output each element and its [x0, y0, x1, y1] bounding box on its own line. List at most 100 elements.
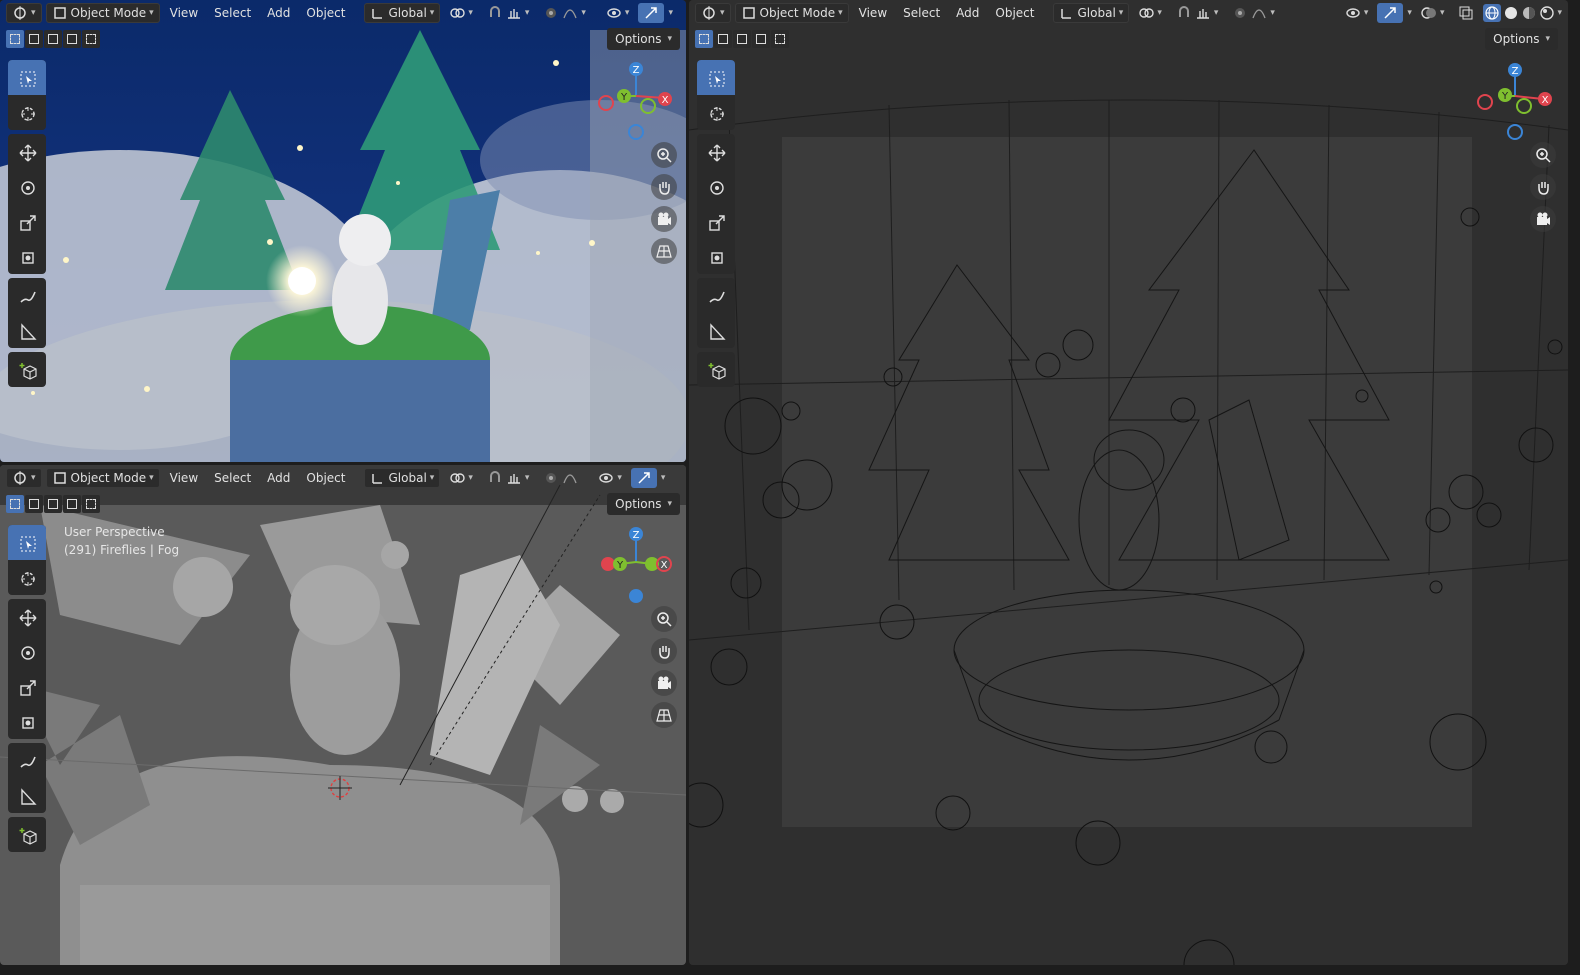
- gizmo-toggle-button[interactable]: [638, 3, 665, 23]
- annotate-tool[interactable]: [697, 278, 735, 313]
- snap-button[interactable]: ▾: [482, 468, 535, 488]
- overlay-button[interactable]: ▾: [1416, 3, 1450, 23]
- proportional-edit-button[interactable]: [538, 468, 583, 488]
- menu-object[interactable]: Object: [300, 6, 351, 20]
- shading-wireframe-icon[interactable]: [1483, 4, 1502, 22]
- gizmo-toggle-button[interactable]: [630, 468, 657, 488]
- options-button[interactable]: Options ▾: [607, 28, 680, 50]
- rotate-tool[interactable]: [8, 634, 46, 669]
- transform-orientation-selector[interactable]: Global ▾: [363, 3, 441, 23]
- select-invert-button[interactable]: [63, 30, 81, 48]
- select-new-button[interactable]: [695, 30, 713, 48]
- transform-tool[interactable]: [697, 239, 735, 274]
- measure-tool[interactable]: [8, 778, 46, 813]
- shading-solid-icon[interactable]: [1503, 5, 1519, 21]
- select-subtract-button[interactable]: [44, 495, 62, 513]
- mode-selector[interactable]: Object Mode ▾: [45, 3, 160, 23]
- pan-button[interactable]: [651, 638, 677, 664]
- menu-view[interactable]: View: [164, 471, 204, 485]
- xray-button[interactable]: [1453, 3, 1479, 23]
- mode-selector[interactable]: Object Mode ▾: [45, 468, 160, 488]
- select-new-button[interactable]: [6, 495, 24, 513]
- select-subtract-button[interactable]: [733, 30, 751, 48]
- pan-button[interactable]: [651, 174, 677, 200]
- scale-tool[interactable]: [8, 669, 46, 704]
- transform-orientation-selector[interactable]: Global ▾: [363, 468, 441, 488]
- navigation-gizmo[interactable]: Z Y X: [592, 522, 682, 612]
- editor-type-button[interactable]: ▾: [695, 3, 731, 23]
- menu-add[interactable]: Add: [950, 6, 985, 20]
- menu-select[interactable]: Select: [208, 6, 257, 20]
- shading-material-icon[interactable]: [1521, 5, 1537, 21]
- scale-tool[interactable]: [8, 204, 46, 239]
- camera-view-button[interactable]: [1530, 206, 1556, 232]
- annotate-tool[interactable]: [8, 743, 46, 778]
- select-subtract-button[interactable]: [44, 30, 62, 48]
- editor-type-button[interactable]: ▾: [6, 3, 42, 23]
- transform-tool[interactable]: [8, 239, 46, 274]
- cursor-tool[interactable]: [8, 95, 46, 130]
- pivot-button[interactable]: ▾: [444, 468, 478, 488]
- visibility-button[interactable]: ▾: [593, 468, 627, 488]
- select-extend-button[interactable]: [714, 30, 732, 48]
- viewport-top-left[interactable]: ▾ Object Mode ▾ View Select Add Object Gl…: [0, 0, 686, 462]
- mode-selector[interactable]: Object Mode ▾: [734, 3, 849, 23]
- menu-object[interactable]: Object: [300, 471, 351, 485]
- snap-button[interactable]: ▾: [482, 3, 535, 23]
- measure-tool[interactable]: [8, 313, 46, 348]
- rotate-tool[interactable]: [8, 169, 46, 204]
- options-button[interactable]: Options ▾: [1485, 28, 1558, 50]
- pivot-button[interactable]: ▾: [1133, 3, 1167, 23]
- select-extend-button[interactable]: [25, 495, 43, 513]
- add-cube-tool[interactable]: [697, 352, 735, 387]
- viewport-right[interactable]: ▾ Object Mode ▾ View Select Add Object Gl…: [689, 0, 1568, 965]
- select-intersect-button[interactable]: [82, 30, 100, 48]
- menu-view[interactable]: View: [164, 6, 204, 20]
- measure-tool[interactable]: [697, 313, 735, 348]
- chevron-down-icon[interactable]: ▾: [1557, 8, 1562, 18]
- chevron-down-icon[interactable]: ▾: [668, 8, 673, 18]
- visibility-button[interactable]: ▾: [601, 3, 635, 23]
- shading-rendered-icon[interactable]: [1539, 5, 1555, 21]
- perspective-toggle-button[interactable]: [651, 702, 677, 728]
- zoom-button[interactable]: [1530, 142, 1556, 168]
- visibility-button[interactable]: ▾: [1340, 3, 1374, 23]
- menu-view[interactable]: View: [853, 6, 893, 20]
- move-tool[interactable]: [8, 134, 46, 169]
- select-box-tool[interactable]: [8, 525, 46, 560]
- chevron-down-icon[interactable]: ▾: [661, 473, 666, 483]
- chevron-down-icon[interactable]: ▾: [1407, 8, 1412, 18]
- perspective-toggle-button[interactable]: [651, 238, 677, 264]
- options-button[interactable]: Options ▾: [607, 493, 680, 515]
- add-cube-tool[interactable]: [8, 817, 46, 852]
- snap-button[interactable]: ▾: [1171, 3, 1224, 23]
- select-invert-button[interactable]: [63, 495, 81, 513]
- select-extend-button[interactable]: [25, 30, 43, 48]
- editor-type-button[interactable]: ▾: [6, 468, 42, 488]
- select-intersect-button[interactable]: [771, 30, 789, 48]
- select-box-tool[interactable]: [697, 60, 735, 95]
- menu-select[interactable]: Select: [208, 471, 257, 485]
- pan-button[interactable]: [1530, 174, 1556, 200]
- cursor-tool[interactable]: [8, 560, 46, 595]
- menu-add[interactable]: Add: [261, 471, 296, 485]
- pivot-button[interactable]: ▾: [444, 3, 478, 23]
- scale-tool[interactable]: [697, 204, 735, 239]
- menu-select[interactable]: Select: [897, 6, 946, 20]
- cursor-tool[interactable]: [697, 95, 735, 130]
- proportional-edit-button[interactable]: ▾: [1227, 3, 1280, 23]
- annotate-tool[interactable]: [8, 278, 46, 313]
- navigation-gizmo[interactable]: Z X Y: [1471, 58, 1561, 148]
- proportional-edit-button[interactable]: ▾: [538, 3, 591, 23]
- gizmo-toggle-button[interactable]: [1377, 3, 1404, 23]
- zoom-button[interactable]: [651, 606, 677, 632]
- rotate-tool[interactable]: [697, 169, 735, 204]
- zoom-button[interactable]: [651, 142, 677, 168]
- select-invert-button[interactable]: [752, 30, 770, 48]
- select-box-tool[interactable]: [8, 60, 46, 95]
- menu-object[interactable]: Object: [989, 6, 1040, 20]
- camera-view-button[interactable]: [651, 670, 677, 696]
- move-tool[interactable]: [697, 134, 735, 169]
- menu-add[interactable]: Add: [261, 6, 296, 20]
- transform-tool[interactable]: [8, 704, 46, 739]
